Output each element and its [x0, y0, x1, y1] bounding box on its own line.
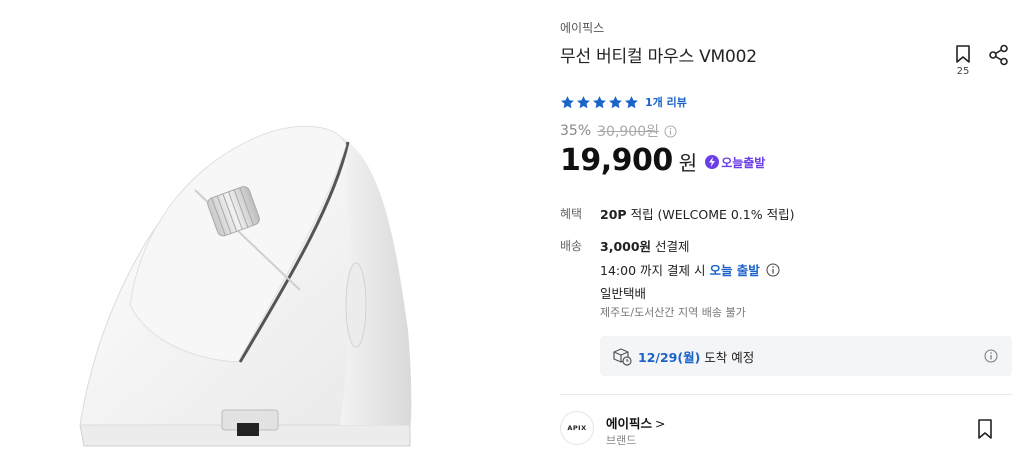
info-icon[interactable]: [766, 263, 780, 277]
store-row[interactable]: APIX 에이픽스 > 브랜드: [560, 408, 1012, 452]
product-title: 무선 버티컬 마우스 VM002: [560, 47, 757, 67]
star-icon: [609, 95, 622, 108]
brand-link[interactable]: 에이픽스: [560, 19, 604, 36]
rating-stars: [560, 95, 639, 110]
discount-rate: 35%: [560, 123, 592, 139]
vertical-mouse-image: [79, 125, 412, 447]
arrival-text: 도착 예정: [704, 349, 755, 365]
benefit-points: 20P: [600, 207, 627, 222]
shipping-fee-amount: 3,000원: [600, 239, 652, 254]
share-button[interactable]: [988, 44, 1010, 66]
shipping-method: 일반택배: [600, 286, 647, 301]
shipping-label: 배송: [560, 239, 583, 253]
original-price: 30,900원: [597, 124, 659, 140]
arrival-estimate-box: 12/29(월) 도착 예정: [600, 336, 1012, 376]
share-icon: [989, 44, 1008, 66]
today-badge-label: 오늘출발: [721, 155, 766, 170]
info-icon[interactable]: [984, 349, 998, 363]
arrival-date: 12/29(월): [638, 349, 701, 365]
bookmark-count: 25: [956, 66, 970, 77]
shipping-deadline-text: 14:00 까지 결제 시: [600, 263, 706, 278]
bookmark-button[interactable]: 25: [953, 44, 973, 80]
shipping-fee-type: 선결제: [655, 239, 690, 254]
store-name-link[interactable]: 에이픽스 >: [606, 413, 666, 432]
rating-row[interactable]: 1개 리뷰: [560, 94, 687, 110]
benefit-label: 혜택: [560, 207, 583, 221]
discount-row: 35% 30,900원: [560, 121, 677, 141]
store-type: 브랜드: [606, 434, 637, 447]
shipping-restriction: 제주도/도서산간 지역 배송 불가: [600, 306, 746, 319]
store-logo[interactable]: APIX: [560, 411, 594, 445]
product-info-panel: 에이픽스 무선 버티컬 마우스 VM002 25 1개 리뷰 35% 30,90…: [560, 0, 1012, 464]
shipping-deadline: 14:00 까지 결제 시 오늘 출발: [600, 260, 780, 279]
bookmark-icon[interactable]: [976, 418, 994, 440]
star-icon: [593, 95, 606, 108]
star-icon: [577, 95, 590, 108]
delivery-box-icon: [613, 348, 632, 366]
currency-unit: 원: [678, 151, 698, 175]
review-count-link[interactable]: 1개 리뷰: [645, 94, 687, 110]
bookmark-icon: [956, 45, 970, 63]
shipping-deadline-highlight: 오늘 출발: [709, 263, 760, 278]
store-name: 에이픽스: [606, 416, 653, 431]
bolt-icon: [705, 155, 720, 169]
product-image: [0, 0, 540, 464]
benefit-value: 20P 적립 (WELCOME 0.1% 적립): [600, 204, 794, 223]
divider: [560, 394, 1012, 395]
star-icon: [625, 95, 638, 108]
benefit-detail: 적립 (WELCOME 0.1% 적립): [630, 207, 795, 222]
today-departure-badge: 오늘출발: [705, 154, 765, 171]
sale-price: 19,900: [560, 143, 673, 178]
star-icon: [561, 95, 574, 108]
shipping-fee: 3,000원 선결제: [600, 236, 690, 255]
info-icon[interactable]: [664, 124, 677, 138]
chevron-right-icon: >: [655, 416, 666, 431]
price-row: 19,900 원 오늘출발: [560, 143, 765, 178]
